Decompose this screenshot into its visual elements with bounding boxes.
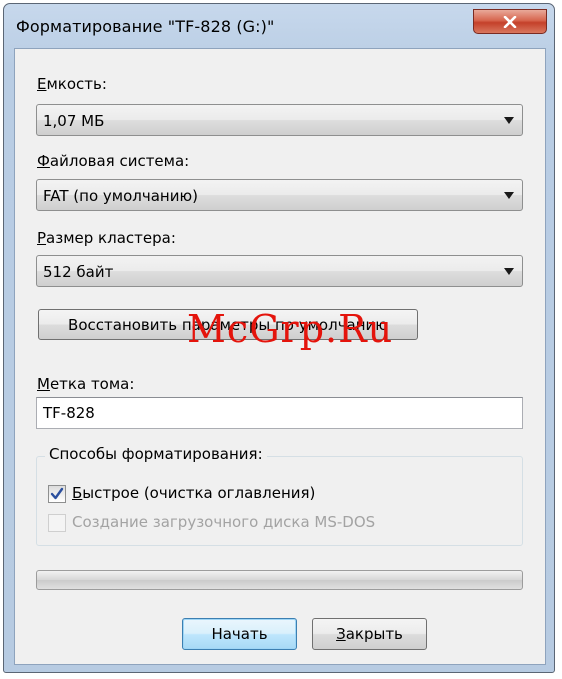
capacity-label: Емкость:	[37, 75, 107, 93]
volume-label-input[interactable]: TF-828	[36, 397, 523, 429]
title-bar[interactable]: Форматирование "TF-828 (G:)"	[4, 4, 554, 50]
chevron-down-icon	[504, 117, 514, 124]
chevron-down-icon	[504, 192, 514, 199]
msdos-boot-label: Создание загрузочного диска MS-DOS	[72, 513, 376, 531]
format-dialog-window: Форматирование "TF-828 (G:)" Емкость: 1,…	[3, 3, 555, 673]
capacity-select[interactable]: 1,07 МБ	[36, 104, 523, 136]
cluster-size-value: 512 байт	[43, 263, 114, 281]
filesystem-select[interactable]: FAT (по умолчанию)	[36, 179, 523, 211]
capacity-value: 1,07 МБ	[43, 112, 105, 130]
close-button[interactable]: Закрыть	[312, 618, 427, 650]
start-button[interactable]: Начать	[182, 618, 297, 650]
window-title: Форматирование "TF-828 (G:)"	[16, 17, 275, 36]
quick-format-label[interactable]: Быстрое (очистка оглавления)	[72, 484, 315, 502]
filesystem-label: Файловая система:	[37, 152, 190, 170]
cluster-size-select[interactable]: 512 байт	[36, 255, 523, 287]
checkmark-icon	[50, 487, 64, 500]
window-close-button[interactable]	[473, 9, 547, 34]
dialog-body: Емкость: 1,07 МБ Файловая система: FAT (…	[14, 48, 546, 665]
close-icon	[503, 15, 517, 28]
format-progress-bar	[36, 570, 523, 590]
volume-label-label: Метка тома:	[37, 375, 135, 393]
cluster-size-label: Размер кластера:	[37, 229, 176, 247]
restore-defaults-button[interactable]: Восстановить параметры по умолчанию	[38, 309, 418, 340]
quick-format-checkbox[interactable]	[48, 485, 66, 503]
filesystem-value: FAT (по умолчанию)	[43, 187, 198, 205]
format-options-title: Способы форматирования:	[45, 445, 267, 463]
volume-label-value: TF-828	[43, 404, 95, 422]
chevron-down-icon	[504, 268, 514, 275]
msdos-boot-checkbox[interactable]	[48, 514, 66, 532]
